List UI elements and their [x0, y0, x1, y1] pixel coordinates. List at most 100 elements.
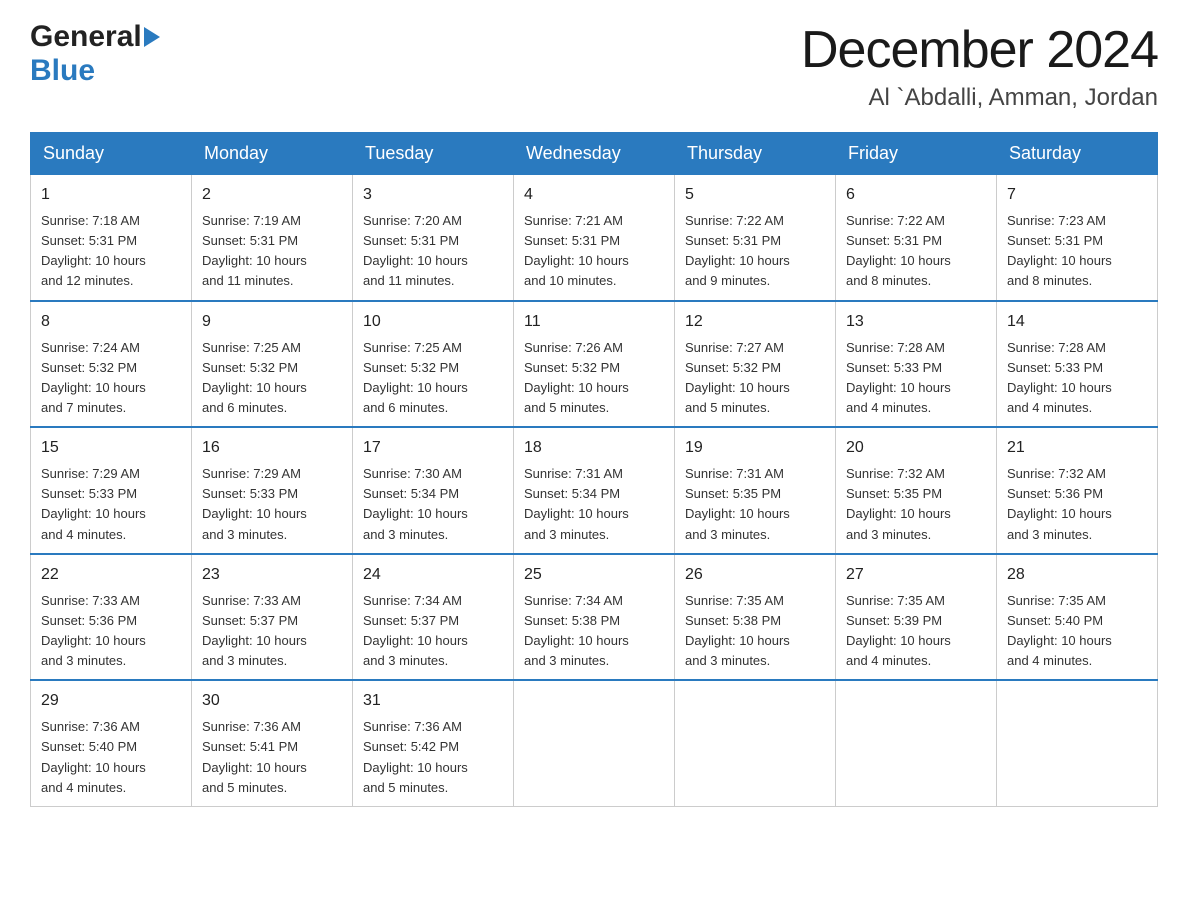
day-info: Sunrise: 7:20 AMSunset: 5:31 PMDaylight:…: [363, 211, 503, 292]
calendar-cell: [675, 680, 836, 806]
day-number: 2: [202, 183, 342, 207]
calendar-week-3: 15 Sunrise: 7:29 AMSunset: 5:33 PMDaylig…: [31, 427, 1158, 554]
day-info: Sunrise: 7:18 AMSunset: 5:31 PMDaylight:…: [41, 211, 181, 292]
day-number: 5: [685, 183, 825, 207]
day-info: Sunrise: 7:29 AMSunset: 5:33 PMDaylight:…: [202, 464, 342, 545]
calendar-cell: 15 Sunrise: 7:29 AMSunset: 5:33 PMDaylig…: [31, 427, 192, 554]
day-info: Sunrise: 7:36 AMSunset: 5:41 PMDaylight:…: [202, 717, 342, 798]
logo-general-text: General: [30, 20, 142, 54]
day-number: 10: [363, 310, 503, 334]
day-number: 7: [1007, 183, 1147, 207]
calendar-cell: 5 Sunrise: 7:22 AMSunset: 5:31 PMDayligh…: [675, 175, 836, 301]
calendar-cell: 23 Sunrise: 7:33 AMSunset: 5:37 PMDaylig…: [192, 554, 353, 681]
calendar-cell: 22 Sunrise: 7:33 AMSunset: 5:36 PMDaylig…: [31, 554, 192, 681]
day-info: Sunrise: 7:33 AMSunset: 5:36 PMDaylight:…: [41, 591, 181, 672]
day-info: Sunrise: 7:30 AMSunset: 5:34 PMDaylight:…: [363, 464, 503, 545]
calendar-cell: 27 Sunrise: 7:35 AMSunset: 5:39 PMDaylig…: [836, 554, 997, 681]
day-info: Sunrise: 7:29 AMSunset: 5:33 PMDaylight:…: [41, 464, 181, 545]
calendar-cell: 13 Sunrise: 7:28 AMSunset: 5:33 PMDaylig…: [836, 301, 997, 428]
day-number: 20: [846, 436, 986, 460]
day-number: 21: [1007, 436, 1147, 460]
calendar-table: SundayMondayTuesdayWednesdayThursdayFrid…: [30, 132, 1158, 807]
calendar-week-2: 8 Sunrise: 7:24 AMSunset: 5:32 PMDayligh…: [31, 301, 1158, 428]
day-info: Sunrise: 7:25 AMSunset: 5:32 PMDaylight:…: [202, 338, 342, 419]
day-info: Sunrise: 7:21 AMSunset: 5:31 PMDaylight:…: [524, 211, 664, 292]
calendar-cell: 21 Sunrise: 7:32 AMSunset: 5:36 PMDaylig…: [997, 427, 1158, 554]
day-number: 1: [41, 183, 181, 207]
day-number: 11: [524, 310, 664, 334]
day-info: Sunrise: 7:28 AMSunset: 5:33 PMDaylight:…: [1007, 338, 1147, 419]
day-number: 23: [202, 563, 342, 587]
logo-arrow-icon: [144, 27, 160, 47]
calendar-cell: 26 Sunrise: 7:35 AMSunset: 5:38 PMDaylig…: [675, 554, 836, 681]
column-header-tuesday: Tuesday: [353, 133, 514, 175]
day-info: Sunrise: 7:19 AMSunset: 5:31 PMDaylight:…: [202, 211, 342, 292]
calendar-cell: [836, 680, 997, 806]
calendar-cell: 4 Sunrise: 7:21 AMSunset: 5:31 PMDayligh…: [514, 175, 675, 301]
day-number: 12: [685, 310, 825, 334]
calendar-cell: 3 Sunrise: 7:20 AMSunset: 5:31 PMDayligh…: [353, 175, 514, 301]
calendar-week-4: 22 Sunrise: 7:33 AMSunset: 5:36 PMDaylig…: [31, 554, 1158, 681]
page-header: General Blue December 2024 Al `Abdalli, …: [30, 20, 1158, 112]
calendar-cell: [997, 680, 1158, 806]
day-number: 18: [524, 436, 664, 460]
location-text: Al `Abdalli, Amman, Jordan: [801, 84, 1158, 112]
calendar-cell: 8 Sunrise: 7:24 AMSunset: 5:32 PMDayligh…: [31, 301, 192, 428]
calendar-header-row: SundayMondayTuesdayWednesdayThursdayFrid…: [31, 133, 1158, 175]
title-section: December 2024 Al `Abdalli, Amman, Jordan: [801, 20, 1158, 112]
day-info: Sunrise: 7:35 AMSunset: 5:39 PMDaylight:…: [846, 591, 986, 672]
day-info: Sunrise: 7:22 AMSunset: 5:31 PMDaylight:…: [685, 211, 825, 292]
column-header-saturday: Saturday: [997, 133, 1158, 175]
calendar-cell: 18 Sunrise: 7:31 AMSunset: 5:34 PMDaylig…: [514, 427, 675, 554]
calendar-week-1: 1 Sunrise: 7:18 AMSunset: 5:31 PMDayligh…: [31, 175, 1158, 301]
day-number: 15: [41, 436, 181, 460]
day-number: 19: [685, 436, 825, 460]
day-number: 30: [202, 689, 342, 713]
day-number: 14: [1007, 310, 1147, 334]
column-header-monday: Monday: [192, 133, 353, 175]
day-info: Sunrise: 7:25 AMSunset: 5:32 PMDaylight:…: [363, 338, 503, 419]
day-number: 6: [846, 183, 986, 207]
day-number: 24: [363, 563, 503, 587]
day-number: 31: [363, 689, 503, 713]
calendar-cell: 1 Sunrise: 7:18 AMSunset: 5:31 PMDayligh…: [31, 175, 192, 301]
column-header-thursday: Thursday: [675, 133, 836, 175]
day-number: 17: [363, 436, 503, 460]
day-number: 3: [363, 183, 503, 207]
day-info: Sunrise: 7:34 AMSunset: 5:37 PMDaylight:…: [363, 591, 503, 672]
calendar-cell: 12 Sunrise: 7:27 AMSunset: 5:32 PMDaylig…: [675, 301, 836, 428]
day-info: Sunrise: 7:22 AMSunset: 5:31 PMDaylight:…: [846, 211, 986, 292]
calendar-cell: [514, 680, 675, 806]
day-number: 13: [846, 310, 986, 334]
calendar-cell: 29 Sunrise: 7:36 AMSunset: 5:40 PMDaylig…: [31, 680, 192, 806]
day-info: Sunrise: 7:28 AMSunset: 5:33 PMDaylight:…: [846, 338, 986, 419]
day-number: 8: [41, 310, 181, 334]
calendar-cell: 11 Sunrise: 7:26 AMSunset: 5:32 PMDaylig…: [514, 301, 675, 428]
day-number: 9: [202, 310, 342, 334]
day-number: 25: [524, 563, 664, 587]
calendar-cell: 16 Sunrise: 7:29 AMSunset: 5:33 PMDaylig…: [192, 427, 353, 554]
day-number: 26: [685, 563, 825, 587]
day-info: Sunrise: 7:31 AMSunset: 5:35 PMDaylight:…: [685, 464, 825, 545]
calendar-cell: 7 Sunrise: 7:23 AMSunset: 5:31 PMDayligh…: [997, 175, 1158, 301]
calendar-cell: 20 Sunrise: 7:32 AMSunset: 5:35 PMDaylig…: [836, 427, 997, 554]
day-number: 16: [202, 436, 342, 460]
calendar-cell: 25 Sunrise: 7:34 AMSunset: 5:38 PMDaylig…: [514, 554, 675, 681]
column-header-wednesday: Wednesday: [514, 133, 675, 175]
calendar-cell: 2 Sunrise: 7:19 AMSunset: 5:31 PMDayligh…: [192, 175, 353, 301]
month-title: December 2024: [801, 20, 1158, 80]
day-info: Sunrise: 7:35 AMSunset: 5:38 PMDaylight:…: [685, 591, 825, 672]
day-info: Sunrise: 7:33 AMSunset: 5:37 PMDaylight:…: [202, 591, 342, 672]
day-info: Sunrise: 7:27 AMSunset: 5:32 PMDaylight:…: [685, 338, 825, 419]
day-info: Sunrise: 7:34 AMSunset: 5:38 PMDaylight:…: [524, 591, 664, 672]
day-info: Sunrise: 7:31 AMSunset: 5:34 PMDaylight:…: [524, 464, 664, 545]
column-header-friday: Friday: [836, 133, 997, 175]
day-info: Sunrise: 7:36 AMSunset: 5:42 PMDaylight:…: [363, 717, 503, 798]
calendar-cell: 10 Sunrise: 7:25 AMSunset: 5:32 PMDaylig…: [353, 301, 514, 428]
calendar-cell: 24 Sunrise: 7:34 AMSunset: 5:37 PMDaylig…: [353, 554, 514, 681]
column-header-sunday: Sunday: [31, 133, 192, 175]
day-number: 22: [41, 563, 181, 587]
day-info: Sunrise: 7:32 AMSunset: 5:36 PMDaylight:…: [1007, 464, 1147, 545]
day-info: Sunrise: 7:36 AMSunset: 5:40 PMDaylight:…: [41, 717, 181, 798]
calendar-cell: 31 Sunrise: 7:36 AMSunset: 5:42 PMDaylig…: [353, 680, 514, 806]
